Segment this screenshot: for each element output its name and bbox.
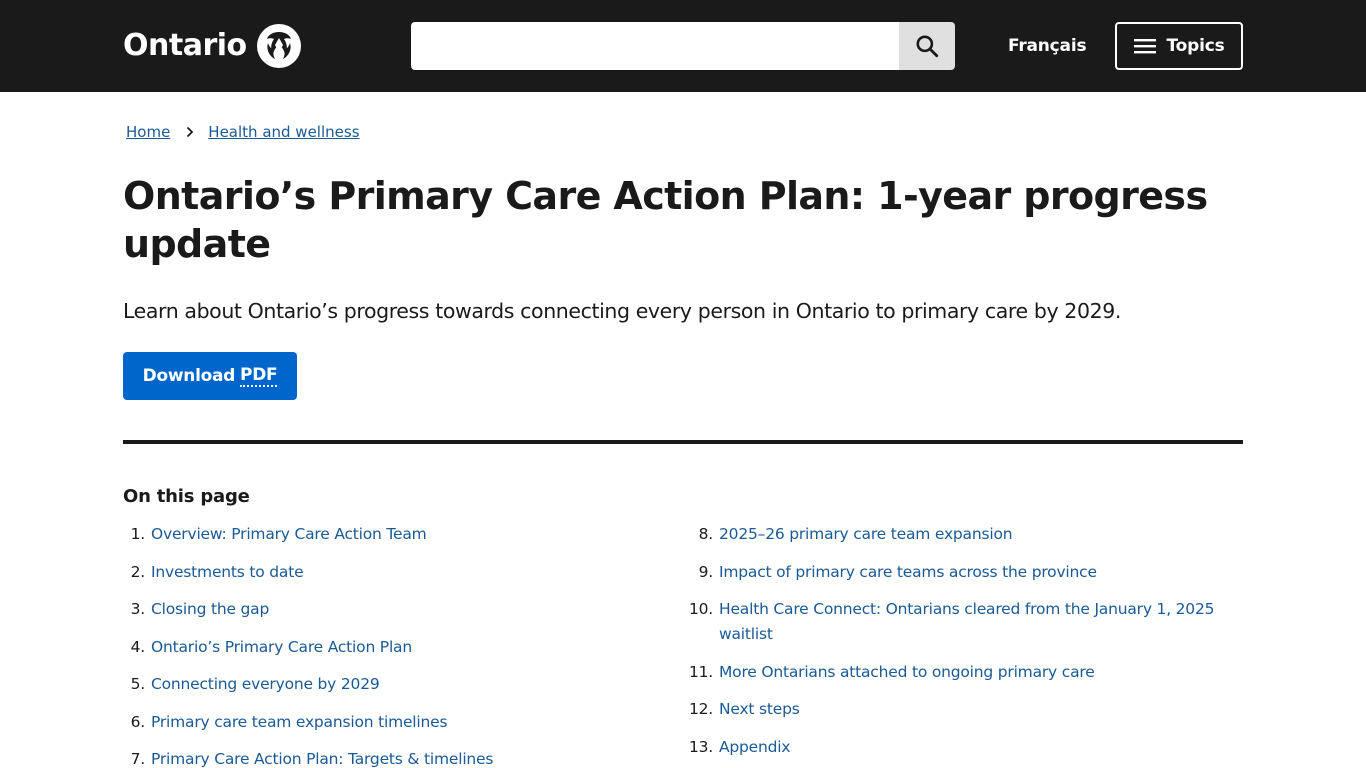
toc-item: 12. Next steps xyxy=(683,697,1243,722)
toc-number: 7. xyxy=(130,750,146,768)
toc-link[interactable]: Appendix xyxy=(719,735,791,760)
menu-icon xyxy=(1134,39,1157,54)
toc-link[interactable]: Impact of primary care teams across the … xyxy=(719,560,1097,585)
toc-link[interactable]: Investments to date xyxy=(151,560,304,585)
download-pdf-button[interactable]: Download PDF xyxy=(123,352,297,400)
chevron-right-icon xyxy=(187,126,194,138)
toc-link[interactable]: Next steps xyxy=(719,697,800,722)
toc-item: 2. Investments to date xyxy=(123,560,663,585)
page-lead: Learn about Ontario’s progress towards c… xyxy=(123,299,1121,323)
section-divider xyxy=(123,440,1243,444)
ontario-trillium-icon xyxy=(256,23,302,69)
site-header: Ontario Français Topics xyxy=(0,0,1366,92)
toc-item: 8. 2025–26 primary care team expansion xyxy=(683,522,1243,547)
toc-item: 6. Primary care team expansion timelines xyxy=(123,710,663,735)
toc-link[interactable]: Primary care team expansion timelines xyxy=(151,710,448,735)
toc-number: 12. xyxy=(688,700,713,718)
toc-number: 2. xyxy=(130,562,146,581)
toc-number: 8. xyxy=(698,525,714,543)
on-this-page-heading: On this page xyxy=(123,486,250,507)
toc-item: 9. Impact of primary care teams across t… xyxy=(683,560,1243,585)
toc-item: 11. More Ontarians attached to ongoing p… xyxy=(683,660,1243,685)
toc-number: 11. xyxy=(688,662,713,681)
toc-number: 5. xyxy=(130,675,146,693)
toc-number: 3. xyxy=(130,600,146,618)
toc-link[interactable]: 2025–26 primary care team expansion xyxy=(719,522,1013,547)
toc-link[interactable]: Connecting everyone by 2029 xyxy=(151,672,380,697)
download-label: Download xyxy=(142,366,236,386)
toc-list-right: 8. 2025–26 primary care team expansion 9… xyxy=(683,522,1243,768)
toc-item: 1. Overview: Primary Care Action Team xyxy=(123,522,663,547)
toc-item: 13. Appendix xyxy=(683,735,1243,760)
toc-item: 4. Ontario’s Primary Care Action Plan xyxy=(123,635,663,660)
breadcrumb: Home Health and wellness xyxy=(126,120,360,144)
page-title: Ontario’s Primary Care Action Plan: 1-ye… xyxy=(123,174,1208,266)
toc-number: 4. xyxy=(130,637,146,656)
language-toggle-link[interactable]: Français xyxy=(1008,22,1087,70)
search-input[interactable] xyxy=(411,22,899,70)
search-button[interactable] xyxy=(899,22,955,70)
breadcrumb-home-link[interactable]: Home xyxy=(126,123,170,141)
pdf-abbr: PDF xyxy=(240,365,278,387)
toc-item: 10. Health Care Connect: Ontarians clear… xyxy=(683,597,1243,647)
toc-number: 9. xyxy=(698,562,714,581)
topics-menu-button[interactable]: Topics xyxy=(1115,22,1243,70)
toc-link[interactable]: Overview: Primary Care Action Team xyxy=(151,522,427,547)
search-icon xyxy=(916,35,939,58)
toc-list-left: 1. Overview: Primary Care Action Team 2.… xyxy=(123,522,663,768)
topics-label: Topics xyxy=(1166,36,1225,56)
ontario-logo-link[interactable]: Ontario xyxy=(123,22,302,70)
toc-link[interactable]: Health Care Connect: Ontarians cleared f… xyxy=(719,597,1243,647)
toc-link[interactable]: Ontario’s Primary Care Action Plan xyxy=(151,635,412,660)
toc-item: 3. Closing the gap xyxy=(123,597,663,622)
toc-number: 10. xyxy=(688,600,713,618)
breadcrumb-health-link[interactable]: Health and wellness xyxy=(208,123,359,141)
toc-link[interactable]: Closing the gap xyxy=(151,597,269,622)
toc-number: 13. xyxy=(688,737,713,756)
toc-item: 5. Connecting everyone by 2029 xyxy=(123,672,663,697)
toc-number: 1. xyxy=(130,525,146,543)
logo-text: Ontario xyxy=(123,28,247,63)
toc-item: 7. Primary Care Action Plan: Targets & t… xyxy=(123,747,663,768)
toc-number: 6. xyxy=(130,712,146,731)
toc-link[interactable]: Primary Care Action Plan: Targets & time… xyxy=(151,747,493,768)
toc-link[interactable]: More Ontarians attached to ongoing prima… xyxy=(719,660,1095,685)
